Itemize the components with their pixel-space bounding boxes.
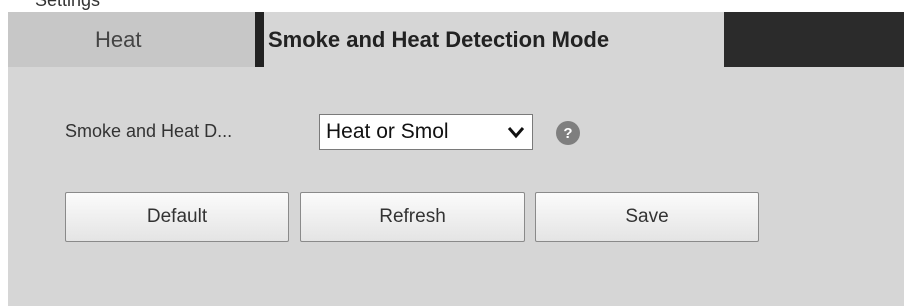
save-button[interactable]: Save	[535, 192, 759, 242]
settings-panel: Smoke and Heat D... Heat or Smol ? Defau…	[8, 67, 904, 306]
detection-mode-value: Heat or Smol	[326, 120, 449, 143]
refresh-button[interactable]: Refresh	[300, 192, 525, 242]
chevron-down-icon	[507, 127, 525, 139]
tab-divider	[255, 12, 264, 67]
header-partial-text: Settings	[35, 0, 101, 10]
default-button[interactable]: Default	[65, 192, 289, 242]
help-glyph: ?	[563, 124, 573, 142]
help-icon[interactable]: ?	[556, 121, 580, 145]
tab-heat[interactable]: Heat	[8, 12, 255, 67]
tab-bar: Heat Smoke and Heat Detection Mode	[0, 12, 904, 67]
detection-mode-select[interactable]: Heat or Smol	[319, 114, 533, 150]
tab-smoke-heat-detection-mode[interactable]: Smoke and Heat Detection Mode	[264, 12, 724, 67]
top-strip: Settings	[0, 0, 904, 12]
tab-bar-filler	[724, 12, 904, 67]
detection-mode-label: Smoke and Heat D...	[65, 121, 233, 141]
